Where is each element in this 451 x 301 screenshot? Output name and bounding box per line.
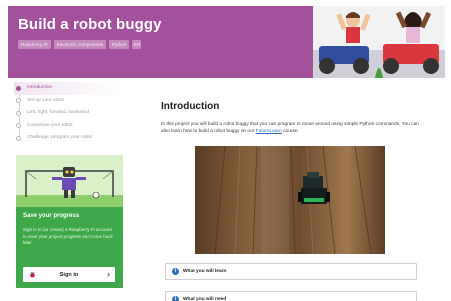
- step-label: Left, right, forward, backward: [27, 110, 89, 115]
- step-label: Challenge: program your robot: [27, 135, 93, 140]
- intro-paragraph: In this project you will build a robot b…: [161, 121, 421, 135]
- save-progress-text: Sign in to (or create) a Raspberry Pi ac…: [23, 227, 113, 246]
- step-introduction[interactable]: Introduction: [14, 82, 122, 95]
- sign-in-button[interactable]: Sign in ›: [23, 267, 115, 282]
- main-content: Introduction In this project you will bu…: [153, 83, 445, 301]
- what-you-will-learn-accordion[interactable]: i What you will learn: [165, 263, 417, 280]
- step-challenge[interactable]: Challenge: program your robot: [14, 132, 122, 145]
- info-icon: i: [172, 296, 179, 301]
- tag-list: Raspberry Pi Electronic components Pytho…: [18, 40, 142, 49]
- intro-text-end: course.: [281, 129, 299, 135]
- step-dot-icon: [16, 135, 21, 141]
- chevron-right-icon: ›: [107, 269, 110, 279]
- step-label: Introduction: [27, 85, 53, 90]
- goalkeeper-robot-illustration: [16, 155, 123, 207]
- step-left-right-forward-backward[interactable]: Left, right, forward, backward: [14, 107, 122, 120]
- project-header: Build a robot buggy Raspberry Pi Electro…: [8, 6, 445, 78]
- accordion-label: What you will learn: [183, 269, 227, 274]
- page-title: Build a robot buggy: [18, 16, 162, 33]
- step-label: Set up your robot: [27, 97, 64, 103]
- step-dot-icon: [16, 123, 21, 128]
- step-set-up-robot[interactable]: Set up your robot: [14, 95, 122, 108]
- info-icon: i: [172, 268, 179, 275]
- step-dot-icon: [16, 98, 21, 103]
- section-heading: Introduction: [161, 101, 220, 112]
- save-progress-card: Save your progress Sign in to (or create…: [16, 155, 123, 288]
- save-progress-title: Save your progress: [23, 213, 80, 219]
- tag-python[interactable]: Python: [109, 40, 130, 49]
- tag-language[interactable]: EN: [132, 40, 142, 49]
- project-steps-nav: Introduction Set up your robot Left, rig…: [14, 82, 122, 145]
- futurelearn-link[interactable]: FutureLearn: [256, 129, 282, 134]
- tag-raspberry-pi[interactable]: Raspberry Pi: [18, 40, 51, 49]
- what-you-will-need-accordion[interactable]: i What you will need: [165, 291, 417, 301]
- step-dot-icon: [16, 85, 21, 91]
- step-label: Customise your robot: [27, 122, 73, 128]
- accordion-label: What you will need: [183, 297, 227, 301]
- sign-in-label: Sign in: [59, 271, 79, 278]
- step-customise-robot[interactable]: Customise your robot: [14, 120, 122, 133]
- tag-electronic-components[interactable]: Electronic components: [53, 40, 107, 49]
- robot-buggy-photo: [195, 146, 385, 254]
- step-dot-icon: [16, 110, 21, 116]
- hero-illustration: [313, 6, 445, 78]
